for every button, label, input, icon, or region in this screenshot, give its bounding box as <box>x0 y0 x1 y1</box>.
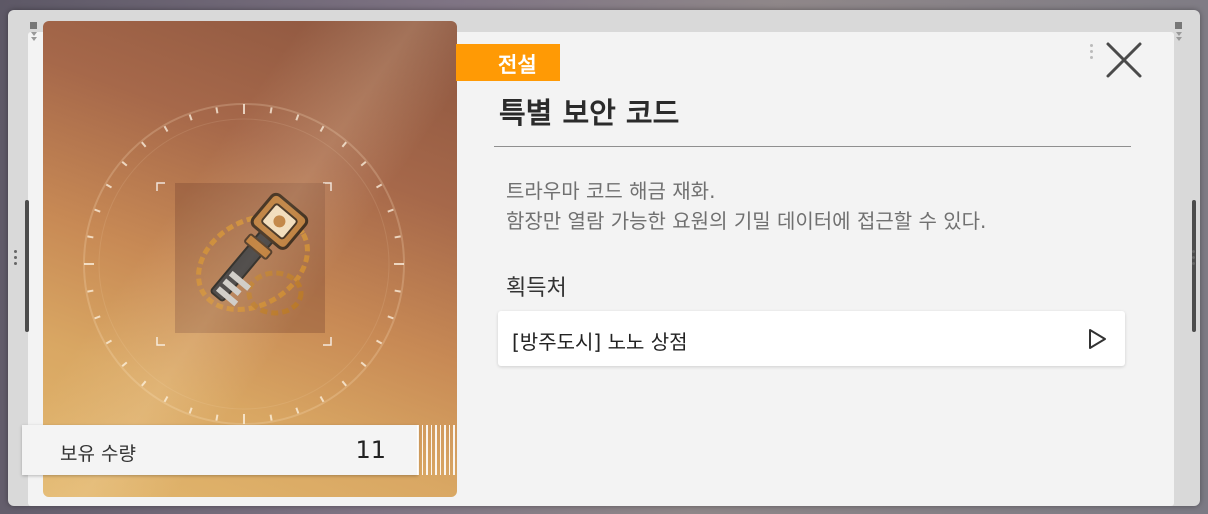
dial-tick <box>94 208 101 213</box>
corner-marker-left-icon <box>30 22 38 41</box>
dial-tick <box>387 315 394 320</box>
dial-tick <box>188 407 193 414</box>
dial-tick <box>319 396 325 403</box>
dial-tick <box>141 380 147 387</box>
dial-tick <box>105 339 112 345</box>
dial-tick <box>295 407 300 414</box>
dial-tick <box>341 141 347 148</box>
right-rail <box>1192 200 1196 332</box>
rarity-badge: 전설 <box>456 44 560 81</box>
dial-tick <box>387 208 394 213</box>
dial-tick <box>376 339 383 345</box>
dial-tick <box>360 161 367 167</box>
grip-left-icon <box>14 250 18 265</box>
acquisition-source-label: [방주도시] 노노 상점 <box>512 330 688 354</box>
dial-tick <box>188 114 193 121</box>
dial-tick <box>121 361 128 367</box>
item-description: 트라우마 코드 해금 재화. 함장만 열람 가능한 요원의 기밀 데이터에 접근… <box>506 176 986 236</box>
acquisition-source-item[interactable]: [방주도시] 노노 상점 <box>498 311 1125 366</box>
item-title: 특별 보안 코드 <box>499 96 680 130</box>
dial-tick <box>376 183 383 189</box>
owned-quantity-bar: 보유 수량 11 <box>22 425 418 475</box>
dial-tick <box>394 235 401 239</box>
barcode-decoration <box>417 425 455 475</box>
title-divider <box>494 146 1131 147</box>
close-button[interactable] <box>1100 36 1148 84</box>
item-image-frame <box>175 183 325 333</box>
dial-tick <box>360 361 367 367</box>
dial-tick <box>394 289 401 293</box>
dial-tick <box>121 161 128 167</box>
dial-tick <box>269 414 273 421</box>
dial-tick <box>94 315 101 320</box>
dial-tick <box>319 125 325 132</box>
grip-right-icon <box>1192 250 1196 265</box>
dial-ring-decoration <box>83 103 405 425</box>
dial-tick <box>341 380 347 387</box>
close-grip-dots-icon <box>1090 44 1094 59</box>
dial-tick <box>215 414 219 421</box>
description-line: 트라우마 코드 해금 재화. <box>506 179 716 203</box>
dial-tick <box>269 107 273 114</box>
play-arrow-icon <box>1089 329 1106 349</box>
corner-marker-right-icon <box>1175 22 1183 41</box>
key-with-chain-icon <box>196 192 310 316</box>
dial-tick <box>295 114 300 121</box>
description-line: 함장만 열람 가능한 요원의 기밀 데이터에 접근할 수 있다. <box>506 209 987 233</box>
dial-tick <box>215 107 219 114</box>
left-rail <box>25 200 29 332</box>
owned-quantity-label: 보유 수량 <box>60 443 136 465</box>
acquisition-title: 획득처 <box>506 276 567 301</box>
dial-tick <box>105 183 112 189</box>
dial-tick <box>163 396 169 403</box>
dial-tick <box>87 235 94 239</box>
dial-tick <box>141 141 147 148</box>
dial-tick <box>87 289 94 293</box>
dial-tick <box>163 125 169 132</box>
owned-quantity-value: 11 <box>355 436 386 464</box>
close-icon <box>1106 42 1142 78</box>
